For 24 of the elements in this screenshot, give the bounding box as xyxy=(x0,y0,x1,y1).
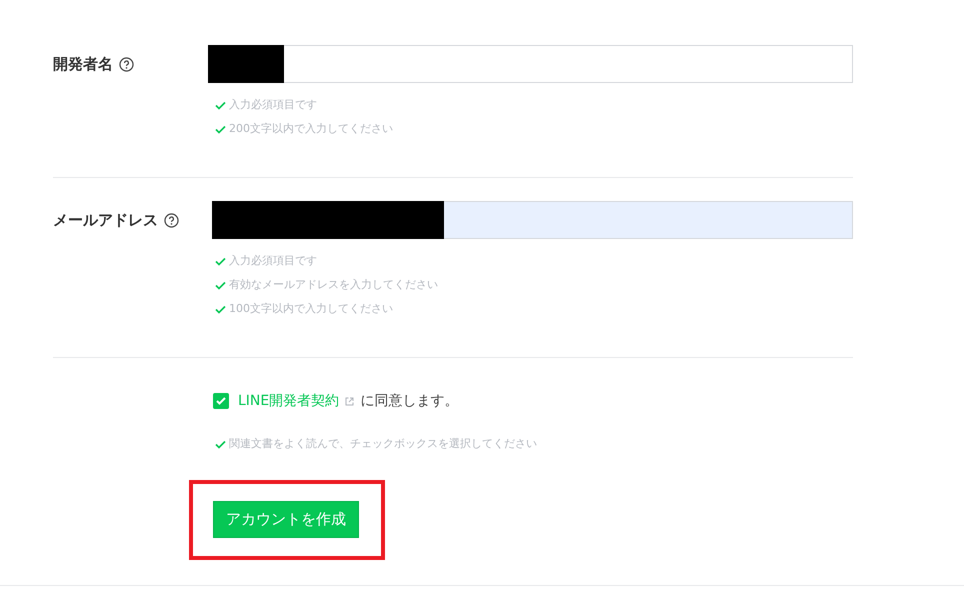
check-icon xyxy=(216,397,226,405)
check-icon xyxy=(215,304,226,314)
hint-text: 100文字以内で入力してください xyxy=(229,301,393,317)
agreement-link[interactable]: LINE開発者契約 xyxy=(238,392,340,410)
input-field[interactable] xyxy=(208,45,853,83)
check-icon xyxy=(215,280,226,290)
check-icon xyxy=(215,256,226,266)
help-icon[interactable] xyxy=(164,212,179,228)
help-icon[interactable] xyxy=(119,56,134,72)
checkbox[interactable] xyxy=(213,393,229,409)
create-account-button[interactable]: アカウントを作成 xyxy=(213,501,359,538)
agreement-text: に同意します。 xyxy=(360,392,458,410)
field-label: メールアドレス xyxy=(53,210,158,230)
hint-text: 入力必須項目です xyxy=(229,253,317,269)
input-field[interactable] xyxy=(212,201,853,239)
hint-text: 関連文書をよく読んで、チェックボックスを選択してください xyxy=(229,436,537,452)
check-icon xyxy=(215,100,226,110)
hint-text: 入力必須項目です xyxy=(229,97,317,113)
field-label: 開発者名 xyxy=(53,54,113,74)
external-link-icon xyxy=(345,396,354,406)
hint-text: 200文字以内で入力してください xyxy=(229,121,393,137)
hint-text: 有効なメールアドレスを入力してください xyxy=(229,277,438,293)
check-icon xyxy=(215,124,226,134)
check-icon xyxy=(215,440,226,448)
